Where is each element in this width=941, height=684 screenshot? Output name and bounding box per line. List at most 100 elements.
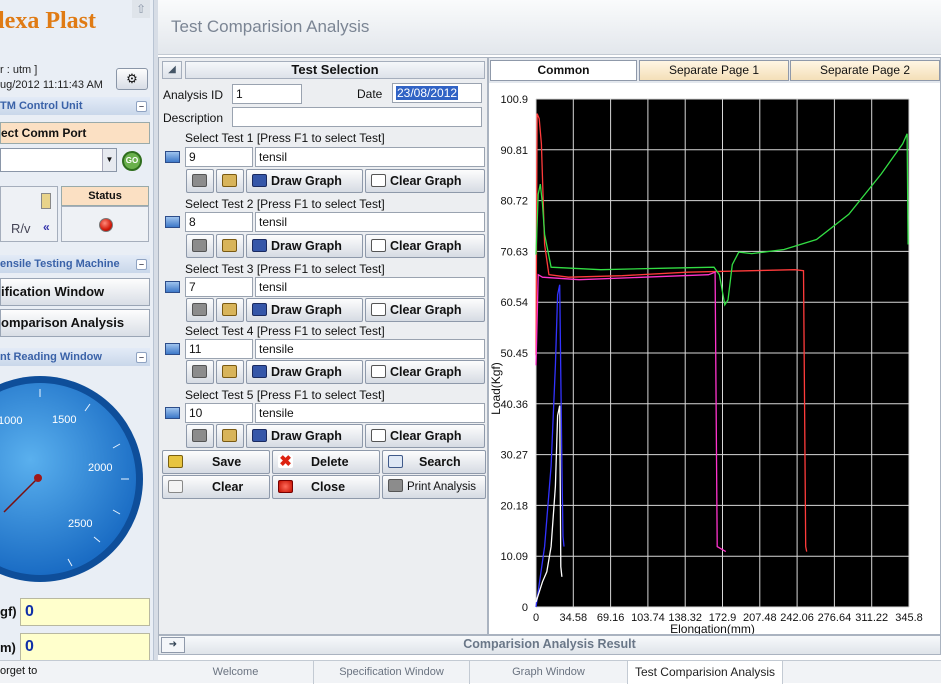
draw-graph-button[interactable]: Draw Graph bbox=[246, 360, 363, 384]
test-name-field[interactable]: tensil bbox=[255, 277, 485, 297]
clear-graph-button[interactable]: Clear Graph bbox=[365, 360, 485, 384]
edit-test-button[interactable] bbox=[216, 234, 244, 258]
test-id-field[interactable]: 9 bbox=[185, 147, 253, 167]
edit-test-button[interactable] bbox=[216, 360, 244, 384]
tab-test-comparision-analysis[interactable]: Test Comparision Analysis bbox=[628, 661, 783, 684]
test-pick-icon[interactable] bbox=[165, 151, 180, 163]
collapse-icon[interactable]: – bbox=[136, 259, 147, 270]
tab-welcome[interactable]: Welcome bbox=[158, 661, 314, 684]
test-id-field[interactable]: 11 bbox=[185, 339, 253, 359]
clear-graph-button[interactable]: Clear Graph bbox=[365, 424, 485, 448]
test-name-field[interactable]: tensile bbox=[255, 403, 485, 423]
machine-header-label: ensile Testing Machine bbox=[0, 258, 120, 270]
draw-graph-button[interactable]: Draw Graph bbox=[246, 234, 363, 258]
status-label: Status bbox=[61, 186, 149, 206]
result-bar-title: Comparision Analysis Result bbox=[463, 637, 636, 651]
machine-settings-button[interactable]: ⚙ bbox=[116, 68, 148, 90]
print-test-button[interactable] bbox=[186, 424, 214, 448]
test-pick-icon[interactable] bbox=[165, 407, 180, 419]
test-name-field[interactable]: tensil bbox=[255, 147, 485, 167]
tab-graph-window[interactable]: Graph Window bbox=[470, 661, 628, 684]
description-field[interactable] bbox=[232, 107, 482, 127]
print-test-button[interactable] bbox=[186, 360, 214, 384]
analysis-id-field[interactable]: 1 bbox=[232, 84, 302, 104]
comparison-analysis-button[interactable]: omparison Analysis bbox=[0, 309, 150, 337]
tab-separate-page-2[interactable]: Separate Page 2 bbox=[790, 60, 940, 81]
pin-icon[interactable]: ◢ bbox=[162, 61, 182, 79]
chevron-down-icon[interactable]: ▼ bbox=[102, 149, 116, 171]
draw-graph-label: Draw Graph bbox=[271, 429, 342, 443]
close-icon bbox=[278, 480, 293, 494]
date-value: 23/08/2012 bbox=[396, 86, 459, 100]
delete-button[interactable]: ✖ Delete bbox=[272, 450, 380, 474]
specification-window-button[interactable]: ification Window bbox=[0, 278, 150, 306]
tab-separate-page-1[interactable]: Separate Page 1 bbox=[639, 60, 789, 81]
status-led-icon bbox=[99, 218, 113, 232]
graph-panel: Common Separate Page 1 Separate Page 2 0… bbox=[488, 57, 941, 635]
status-indicator bbox=[61, 206, 149, 242]
print-test-button[interactable] bbox=[186, 169, 214, 193]
print-analysis-button[interactable]: Print Analysis bbox=[382, 475, 486, 499]
test-id-field[interactable]: 8 bbox=[185, 212, 253, 232]
collapse-icon[interactable]: – bbox=[136, 352, 147, 363]
tab-common[interactable]: Common bbox=[490, 60, 637, 81]
draw-graph-button[interactable]: Draw Graph bbox=[246, 298, 363, 322]
test-selection-title: Test Selection bbox=[185, 61, 485, 79]
reading-window-header[interactable]: nt Reading Window – bbox=[0, 348, 150, 366]
test-pick-icon[interactable] bbox=[165, 343, 180, 355]
printer-icon bbox=[192, 303, 207, 317]
clear-form-icon bbox=[168, 480, 183, 494]
date-field[interactable]: 23/08/2012 bbox=[392, 83, 482, 103]
save-label: Save bbox=[212, 455, 242, 469]
footer-text: orget to bbox=[0, 665, 38, 677]
edit-test-button[interactable] bbox=[216, 424, 244, 448]
chevron-left-icon[interactable]: « bbox=[43, 220, 50, 234]
test-name-field[interactable]: tensile bbox=[255, 339, 485, 359]
close-button[interactable]: Close bbox=[272, 475, 380, 499]
search-button[interactable]: Search bbox=[382, 450, 486, 474]
eraser-icon bbox=[371, 239, 386, 253]
edit-test-button[interactable] bbox=[216, 169, 244, 193]
graph-icon bbox=[252, 239, 267, 253]
save-button[interactable]: Save bbox=[162, 450, 270, 474]
gauge-label-2000: 2000 bbox=[88, 462, 113, 474]
print-test-button[interactable] bbox=[186, 298, 214, 322]
window-header: Test Comparision Analysis bbox=[158, 0, 941, 55]
analysis-id-label: Analysis ID bbox=[163, 88, 224, 102]
load-gauge: 1000 1500 2000 2500 bbox=[0, 372, 146, 586]
load-reading-value: 0 bbox=[20, 598, 150, 626]
go-button[interactable]: GO bbox=[122, 151, 142, 171]
scroll-up-icon[interactable]: ⇧ bbox=[132, 0, 150, 18]
edit-test-button[interactable] bbox=[216, 298, 244, 322]
tab-specification-window[interactable]: Specification Window bbox=[314, 661, 470, 684]
print-test-button[interactable] bbox=[186, 234, 214, 258]
test-pick-icon[interactable] bbox=[165, 216, 180, 228]
clear-graph-label: Clear Graph bbox=[390, 303, 462, 317]
machine-header[interactable]: ensile Testing Machine – bbox=[0, 255, 150, 273]
graph-icon bbox=[252, 303, 267, 317]
clear-graph-button[interactable]: Clear Graph bbox=[365, 298, 485, 322]
test-selection-panel: ◢ Test Selection Analysis ID 1 Date 23/0… bbox=[158, 57, 488, 635]
edit-icon bbox=[222, 174, 237, 188]
utm-control-header[interactable]: TM Control Unit – bbox=[0, 97, 150, 115]
collapse-icon[interactable]: – bbox=[136, 101, 147, 112]
clear-graph-label: Clear Graph bbox=[390, 174, 462, 188]
draw-graph-button[interactable]: Draw Graph bbox=[246, 169, 363, 193]
clear-label: Clear bbox=[212, 480, 244, 494]
edit-icon bbox=[222, 303, 237, 317]
x-tick-label: 276.64 bbox=[818, 612, 852, 624]
test-id-field[interactable]: 7 bbox=[185, 277, 253, 297]
clear-graph-button[interactable]: Clear Graph bbox=[365, 234, 485, 258]
clear-graph-button[interactable]: Clear Graph bbox=[365, 169, 485, 193]
delete-x-icon: ✖ bbox=[278, 453, 293, 471]
eraser-icon bbox=[371, 365, 386, 379]
clear-button[interactable]: Clear bbox=[162, 475, 270, 499]
test-id-field[interactable]: 10 bbox=[185, 403, 253, 423]
comm-port-select[interactable]: ▼ bbox=[0, 148, 117, 172]
test-name-field[interactable]: tensil bbox=[255, 212, 485, 232]
draw-graph-label: Draw Graph bbox=[271, 303, 342, 317]
machine-icon: ⚙ bbox=[126, 71, 138, 86]
y-tick-label: 70.63 bbox=[500, 246, 528, 258]
draw-graph-button[interactable]: Draw Graph bbox=[246, 424, 363, 448]
test-pick-icon[interactable] bbox=[165, 281, 180, 293]
